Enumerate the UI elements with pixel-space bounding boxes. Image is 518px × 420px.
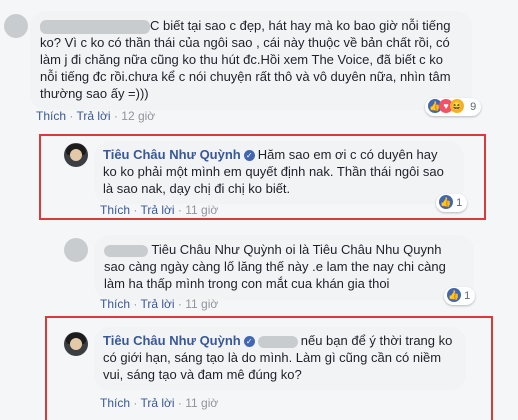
like-reaction-icon: 👍 [439, 195, 453, 210]
like-link[interactable]: Thích [36, 109, 66, 123]
separator: · [177, 396, 182, 410]
verified-badge-icon: ✓ [243, 150, 255, 162]
reply-actions: Thích · Trả lời · 11 giờ [100, 297, 218, 311]
like-link[interactable]: Thích [100, 396, 130, 410]
timestamp[interactable]: 12 giờ [121, 109, 155, 123]
timestamp[interactable]: 11 giờ [185, 396, 218, 410]
author-avatar[interactable] [64, 332, 88, 356]
redacted-author-name [104, 244, 148, 257]
redacted-mention [257, 335, 298, 348]
haha-reaction-icon: 😆 [450, 99, 464, 114]
reply-actions: Thích · Trả lời · 11 giờ [100, 396, 218, 410]
like-reaction-icon: 👍 [447, 288, 461, 303]
comment-actions: Thích · Trả lời · 12 giờ [36, 109, 155, 123]
reaction-count: 1 [456, 197, 463, 209]
reply-bubble: Tiêu Châu Như Quỳnh ✓ nếu bạn để ý thời tr… [94, 327, 466, 390]
separator: · [69, 109, 74, 123]
verified-badge-icon: ✓ [243, 336, 255, 348]
reaction-count: 9 [470, 101, 477, 113]
like-link[interactable]: Thích [100, 203, 130, 217]
comment-bubble: C biết tại sao c đẹp, hát hay mà ko bao … [30, 11, 472, 110]
author-name[interactable]: Tiêu Châu Như Quỳnh [103, 147, 241, 162]
reply-link[interactable]: Trả lời [140, 297, 174, 311]
reply-link[interactable]: Trả lời [140, 396, 174, 410]
reply-bubble: Tiêu Châu Như Quỳnh oi là Tiêu Châu Nhu … [94, 235, 474, 300]
reply-actions: Thích · Trả lời · 11 giờ [100, 203, 218, 217]
redacted-author-name [40, 19, 150, 34]
separator: · [133, 396, 138, 410]
separator: · [177, 297, 182, 311]
like-link[interactable]: Thích [100, 297, 130, 311]
author-avatar[interactable] [64, 143, 88, 167]
reply-bubble: Tiêu Châu Như Quỳnh ✓ Hăm sao em ơi c có d… [94, 141, 464, 204]
reaction-summary[interactable]: 👍 1 [436, 194, 468, 212]
commenter-avatar[interactable] [4, 14, 28, 38]
separator: · [133, 297, 138, 311]
reply-link[interactable]: Trả lời [76, 109, 110, 123]
author-name[interactable]: Tiêu Châu Như Quỳnh [103, 333, 241, 348]
reply-text: Tiêu Châu Như Quỳnh oi là Tiêu Châu Nhu … [104, 242, 446, 291]
timestamp[interactable]: 11 giờ [185, 203, 218, 217]
separator: · [133, 203, 138, 217]
separator: · [177, 203, 182, 217]
separator: · [113, 109, 118, 123]
timestamp[interactable]: 11 giờ [185, 297, 218, 311]
commenter-avatar[interactable] [64, 238, 88, 262]
reaction-count: 1 [464, 290, 471, 302]
reaction-summary[interactable]: 👍 ♥ 😆 9 [425, 98, 482, 116]
reply-link[interactable]: Trả lời [140, 203, 174, 217]
reaction-summary[interactable]: 👍 1 [444, 287, 476, 305]
